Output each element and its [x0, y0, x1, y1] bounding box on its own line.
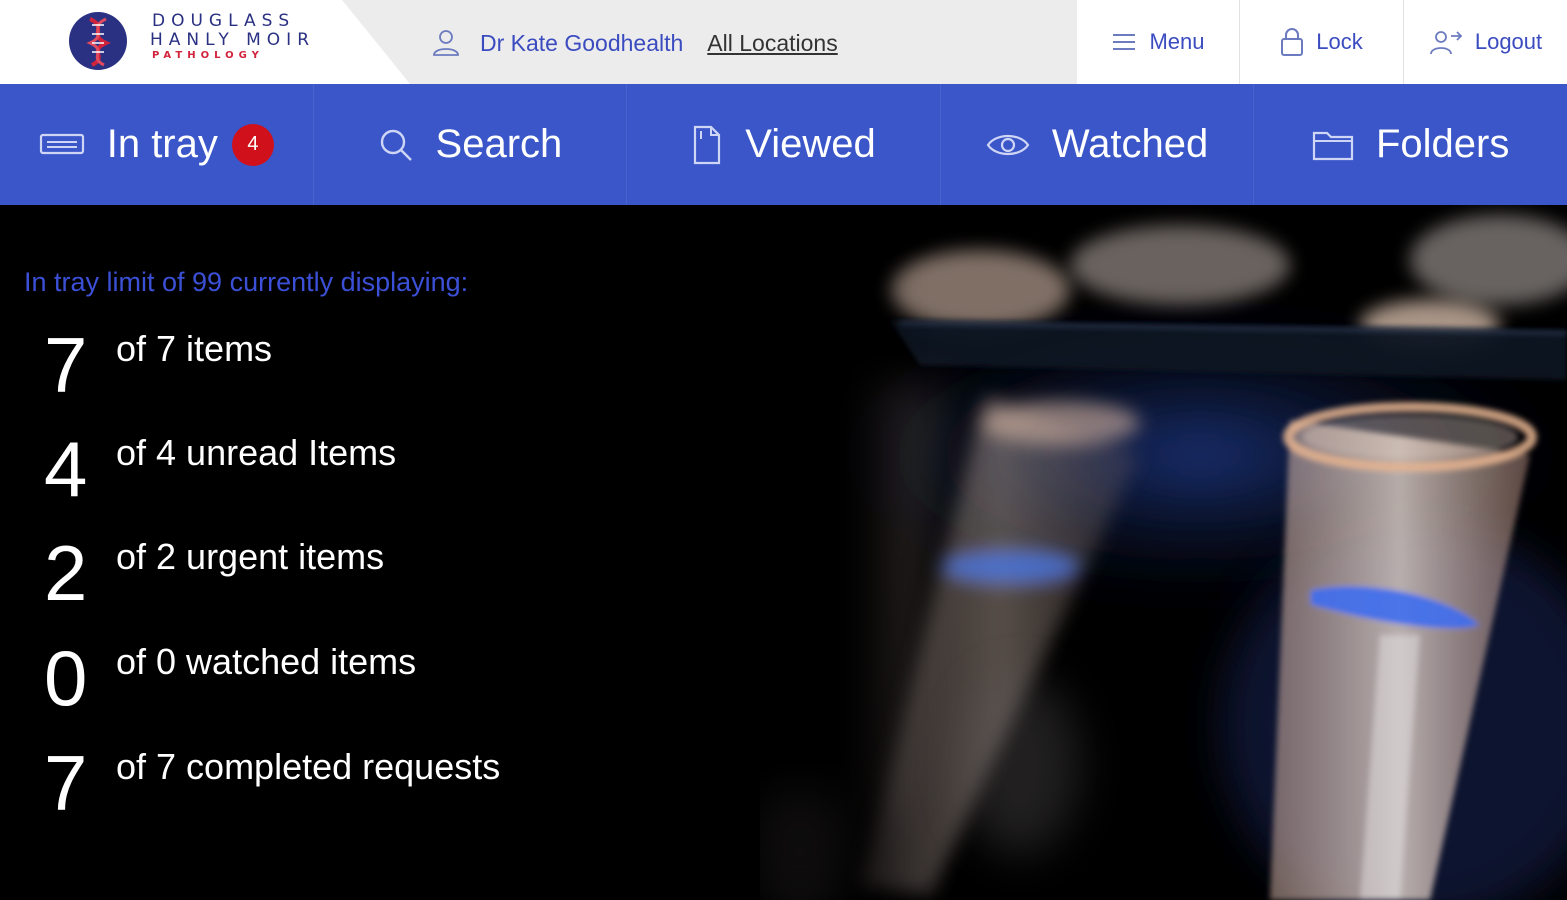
user-icon	[433, 30, 459, 56]
stat-label: of 4 unread Items	[116, 432, 397, 473]
stat-watched-items: 0 of 0 watched items	[44, 638, 416, 718]
brand-line-1: DOUGLASS	[152, 11, 296, 31]
unread-count-badge: 4	[231, 123, 274, 166]
tab-folders[interactable]: Folders	[1254, 84, 1567, 205]
document-icon	[691, 125, 723, 165]
tab-in-tray[interactable]: In tray 4	[0, 84, 314, 205]
tab-watched-label: Watched	[1051, 122, 1209, 166]
menu-button[interactable]: Menu	[1077, 0, 1240, 84]
logout-button[interactable]: Logout	[1404, 0, 1567, 84]
lock-label: Lock	[1316, 29, 1363, 54]
stat-number: 4	[44, 425, 88, 513]
stat-label: of 0 watched items	[116, 641, 417, 682]
search-icon	[378, 127, 414, 163]
tab-folders-label: Folders	[1375, 122, 1510, 166]
menu-label: Menu	[1149, 29, 1205, 54]
tab-search[interactable]: Search	[314, 84, 628, 205]
brand-line-3: PATHOLOGY	[152, 50, 264, 61]
stat-items: 7 of 7 items	[44, 325, 272, 405]
lock-button[interactable]: Lock	[1240, 0, 1404, 84]
stat-completed-requests: 7 of 7 completed requests	[44, 743, 500, 823]
tab-viewed-label: Viewed	[745, 122, 876, 166]
stat-number: 2	[44, 529, 88, 617]
stat-label: of 2 urgent items	[116, 536, 385, 577]
inbox-icon	[39, 132, 85, 158]
brand-wordmark: DOUGLASS HANLY MOIR PATHOLOGY	[150, 12, 315, 62]
stat-number: 7	[44, 321, 88, 409]
stat-number: 7	[44, 739, 88, 827]
in-tray-limit-text: In tray limit of 99 currently displaying…	[24, 267, 469, 297]
brand-line-2: HANLY MOIR	[150, 30, 316, 50]
stat-urgent-items: 2 of 2 urgent items	[44, 533, 384, 613]
hero-section: In tray limit of 99 currently displaying…	[0, 205, 1567, 900]
all-locations-link[interactable]: All Locations	[707, 30, 837, 57]
stat-unread-items: 4 of 4 unread Items	[44, 429, 396, 509]
header-actions: Menu Lock Logout	[1077, 0, 1567, 84]
logout-label: Logout	[1474, 29, 1543, 54]
main-nav: In tray 4 Search Viewed Watched Folders	[0, 84, 1567, 205]
hamburger-icon	[1113, 34, 1136, 50]
stat-label: of 7 items	[116, 328, 273, 369]
tab-search-label: Search	[435, 122, 563, 166]
folder-icon	[1312, 129, 1354, 161]
logo-panel: DOUGLASS HANLY MOIR PATHOLOGY	[0, 0, 410, 84]
eye-icon	[986, 131, 1030, 159]
logout-icon	[1429, 31, 1463, 55]
user-area: Dr Kate Goodhealth All Locations	[430, 26, 838, 60]
lock-icon	[1281, 28, 1304, 56]
tab-viewed[interactable]: Viewed	[627, 84, 941, 205]
tab-watched[interactable]: Watched	[941, 84, 1255, 205]
top-header: DOUGLASS HANLY MOIR PATHOLOGY Dr Kate Go…	[0, 0, 1567, 84]
brand-logo-icon	[69, 12, 127, 70]
tab-in-tray-label: In tray	[106, 122, 218, 166]
user-name: Dr Kate Goodhealth	[480, 29, 684, 56]
stat-number: 0	[44, 634, 88, 722]
stat-label: of 7 completed requests	[116, 746, 501, 787]
